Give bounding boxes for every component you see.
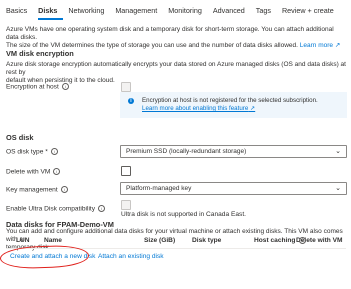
tab-tags[interactable]: Tags <box>256 6 277 20</box>
key-management-label: Key management i <box>6 186 68 193</box>
ultra-disk-label: Enable Ultra Disk compatibility i <box>6 205 106 212</box>
encryption-heading: VM disk encryption <box>6 49 74 58</box>
os-disk-type-select[interactable]: Premium SSD (locally-redundant storage) … <box>120 145 347 158</box>
tab-disks[interactable]: Disks <box>38 6 64 20</box>
tab-basics[interactable]: Basics <box>6 6 33 20</box>
info-icon[interactable]: i <box>60 186 68 193</box>
column-size: Size (GiB) <box>144 237 176 244</box>
tab-networking[interactable]: Networking <box>68 6 110 20</box>
info-icon[interactable]: i <box>50 148 58 155</box>
ultra-disk-note: Ultra disk is not supported in Canada Ea… <box>121 211 246 218</box>
tab-bar: Basics Disks Networking Management Monit… <box>6 6 345 20</box>
info-icon[interactable]: i <box>299 237 306 244</box>
encryption-info-banner: i Encryption at host is not registered f… <box>120 92 347 118</box>
tab-management[interactable]: Management <box>115 6 163 20</box>
learn-more-link[interactable]: Learn more <box>300 42 333 49</box>
column-host-caching: Host caching <box>254 237 296 244</box>
info-icon[interactable]: i <box>61 83 69 90</box>
enable-feature-link[interactable]: Learn more about enabling this feature ↗ <box>142 105 255 112</box>
external-link-icon: ↗ <box>333 42 341 50</box>
tab-review-create[interactable]: Review + create <box>282 6 340 20</box>
ultra-disk-checkbox[interactable] <box>121 200 131 210</box>
attach-existing-disk-link[interactable]: Attach an existing disk <box>98 253 164 260</box>
delete-with-vm-label: Delete with VM i <box>6 168 61 175</box>
encryption-at-host-label: Encryption at host i <box>6 83 69 90</box>
intro-text: Azure VMs have one operating system disk… <box>6 26 341 50</box>
os-disk-heading: OS disk <box>6 133 34 142</box>
encryption-description: Azure disk storage encryption automatica… <box>6 61 346 85</box>
column-lun: LUN <box>16 237 30 244</box>
info-icon[interactable]: i <box>53 168 61 175</box>
info-filled-icon: i <box>128 98 134 104</box>
tab-advanced[interactable]: Advanced <box>213 6 251 20</box>
chevron-down-icon: ⌄ <box>335 148 341 155</box>
info-icon[interactable]: i <box>98 205 106 212</box>
chevron-down-icon: ⌄ <box>335 185 341 192</box>
column-name: Name <box>44 237 62 244</box>
column-disk-type: Disk type <box>192 237 222 244</box>
os-disk-type-label: OS disk type * i <box>6 148 58 155</box>
encryption-at-host-checkbox[interactable] <box>121 82 131 92</box>
tab-monitoring[interactable]: Monitoring <box>168 6 208 20</box>
delete-with-vm-checkbox[interactable] <box>121 166 131 176</box>
key-management-select[interactable]: Platform-managed key ⌄ <box>120 182 347 195</box>
